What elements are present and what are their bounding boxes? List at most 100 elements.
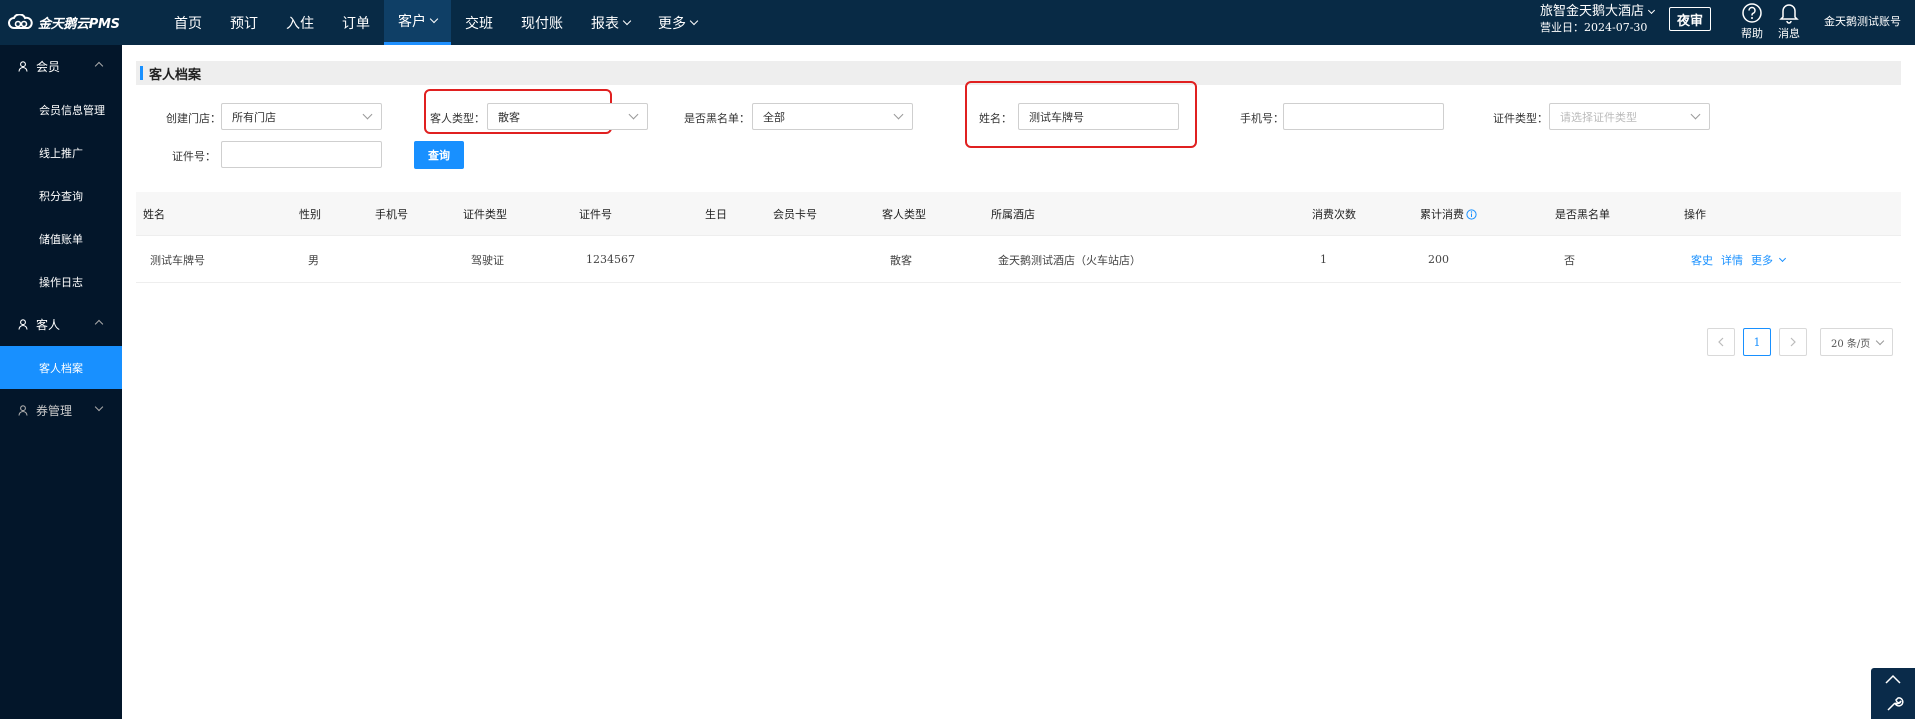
phone-input[interactable] [1283,103,1444,130]
more-actions-link[interactable]: 更多 [1751,252,1786,268]
guest-history-link[interactable]: 客史 [1691,252,1713,268]
help-label: 帮助 [1741,27,1763,40]
sidebar-item-online-promo[interactable]: 线上推广 [0,131,122,174]
chevron-up-icon [94,61,104,71]
cell-hotel: 金天鹅测试酒店（火车站店） [998,253,1141,267]
prev-page-button[interactable] [1707,328,1735,356]
name-input-value: 测试车牌号 [1029,110,1084,124]
sidebar-group-guest[interactable]: 客人 [0,303,122,346]
top-navbar: 金天鹅云PMS 首页 预订 入住 订单 客户 交班 现付账 报表 更多 旅智金天… [0,0,1915,45]
sidebar-item-label: 积分查询 [39,189,83,203]
cell-blacklist: 否 [1564,253,1575,267]
col-birthday: 生日 [705,208,727,221]
sidebar-item-stored-value[interactable]: 储值账单 [0,217,122,260]
page-1-button[interactable]: 1 [1743,328,1771,356]
blacklist-label: 是否黑名单： [684,112,750,125]
sidebar-item-guest-profile[interactable]: 客人档案 [0,346,122,389]
sidebar: 会员 会员信息管理 线上推广 积分查询 储值账单 操作日志 客人 客人档案 券管… [0,45,122,719]
col-blacklist: 是否黑名单 [1555,208,1610,221]
cell-gender: 男 [308,253,319,267]
nav-reports[interactable]: 报表 [577,0,644,45]
page-size-select[interactable]: 20 条/页 [1820,328,1893,356]
nav-customer[interactable]: 客户 [384,0,451,45]
guest-type-select-value: 散客 [498,110,520,124]
col-hotel: 所属酒店 [991,208,1035,221]
col-total-label: 累计消费 [1420,208,1464,221]
detail-link[interactable]: 详情 [1721,252,1743,268]
name-label: 姓名： [979,112,1012,125]
col-gender: 性别 [299,208,321,221]
nav-more[interactable]: 更多 [644,0,711,45]
sidebar-item-label: 线上推广 [39,146,83,160]
nav-cash-account[interactable]: 现付账 [507,0,577,45]
messages-label: 消息 [1778,27,1800,40]
col-total: 累计消费 [1420,192,1477,236]
messages-button[interactable]: 消息 [1771,0,1807,41]
floating-toolbar [1871,668,1915,719]
main-nav: 首页 预订 入住 订单 客户 交班 现付账 报表 更多 [160,0,711,45]
chevron-left-icon [1718,337,1724,347]
nav-shift[interactable]: 交班 [451,0,507,45]
business-date: 营业日：2024-07-30 [1540,21,1648,34]
nav-label: 报表 [591,15,619,32]
sidebar-item-points[interactable]: 积分查询 [0,174,122,217]
id-type-placeholder: 请选择证件类型 [1560,110,1637,124]
wrench-icon[interactable] [1871,690,1915,716]
chevron-down-icon [429,14,439,24]
store-label: 创建门店： [166,112,221,125]
sidebar-group-coupon[interactable]: 券管理 [0,389,122,432]
blacklist-select-value: 全部 [763,110,785,124]
night-audit-button[interactable]: 夜审 [1669,7,1711,31]
sidebar-item-operation-log[interactable]: 操作日志 [0,260,122,303]
id-no-input[interactable] [221,141,382,168]
store-select-value: 所有门店 [232,110,276,124]
chevron-down-icon [1690,109,1701,120]
user-icon [18,319,28,330]
nav-orders[interactable]: 订单 [328,0,384,45]
user-icon [18,405,28,416]
table-row: 测试车牌号 男 驾驶证 1234567 散客 金天鹅测试酒店（火车站店） 1 2… [136,236,1901,283]
guest-type-select[interactable]: 散客 [487,103,648,130]
store-select[interactable]: 所有门店 [221,103,382,130]
nav-reservation[interactable]: 预订 [216,0,272,45]
sidebar-group-label: 会员 [36,60,61,74]
sidebar-item-label: 操作日志 [39,275,83,289]
nav-label: 订单 [342,15,370,32]
name-input[interactable]: 测试车牌号 [1018,103,1179,130]
cell-id-type: 驾驶证 [471,253,504,267]
help-button[interactable]: 帮助 [1734,0,1770,41]
main-content: 客人档案 创建门店： 所有门店 客人类型： 散客 是否黑名单： 全部 姓名： 测… [122,45,1915,719]
sidebar-group-label: 券管理 [36,404,73,418]
sidebar-group-label: 客人 [36,318,61,332]
chevron-up-icon[interactable] [1871,668,1915,690]
hotel-switcher[interactable]: 旅智金天鹅大酒店 营业日：2024-07-30 [1540,4,1656,36]
nav-label: 现付账 [521,15,563,32]
cell-visits: 1 [1320,253,1327,266]
info-icon[interactable] [1466,208,1477,220]
next-page-button[interactable] [1779,328,1807,356]
help-icon [1742,3,1762,23]
sidebar-item-member-info[interactable]: 会员信息管理 [0,88,122,131]
nav-checkin[interactable]: 入住 [272,0,328,45]
nav-label: 首页 [174,15,202,32]
blacklist-select[interactable]: 全部 [752,103,913,130]
nav-home[interactable]: 首页 [160,0,216,45]
col-visits: 消费次数 [1312,208,1356,221]
bell-icon [1779,4,1799,24]
sidebar-item-label: 储值账单 [39,232,83,246]
account-menu[interactable]: 金天鹅测试账号 [1824,13,1901,29]
app-logo[interactable]: 金天鹅云PMS [8,10,120,34]
chevron-down-icon [362,109,373,120]
table-header: 姓名 性别 手机号 证件类型 证件号 生日 会员卡号 客人类型 所属酒店 消费次… [136,192,1901,236]
cell-guest-type: 散客 [890,253,912,267]
chevron-down-icon [689,16,699,25]
col-name: 姓名 [143,208,165,221]
id-type-select[interactable]: 请选择证件类型 [1549,103,1710,130]
nav-label: 客户 [398,14,426,30]
query-button[interactable]: 查询 [414,141,464,169]
guest-type-label: 客人类型： [430,112,485,125]
sidebar-group-member[interactable]: 会员 [0,45,122,88]
nav-label: 入住 [286,15,314,32]
chevron-right-icon [1790,337,1796,347]
cell-id-no: 1234567 [586,253,635,266]
